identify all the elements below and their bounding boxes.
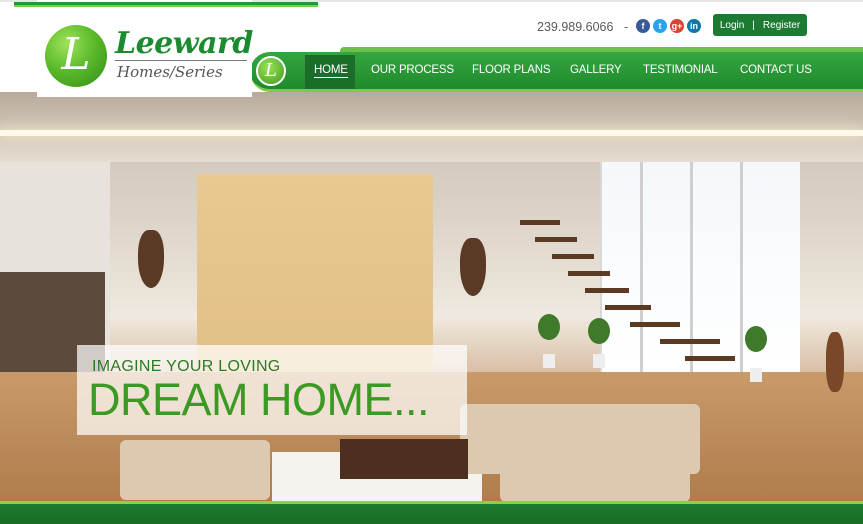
hero-window-post [740,162,743,372]
wall-mask-left [138,230,164,288]
stair-step [535,237,577,242]
potted-plant [745,326,767,352]
stair-step [568,271,610,276]
nav-item-gallery[interactable]: GALLERY [570,63,622,77]
phone-number: 239.989.6066 [537,20,614,34]
stair-step [585,288,629,293]
nav-item-our-process[interactable]: OUR PROCESS [371,63,454,77]
coffee-table [340,439,468,479]
footer-bar [0,501,863,524]
logo-subtitle: Homes/Series [117,63,223,81]
stair-step [685,356,735,361]
potted-plant [538,314,560,340]
logo-card[interactable]: L Leeward Homes/Series [37,0,253,97]
stair-step [520,220,560,225]
sofa-chaise [500,422,690,502]
facebook-icon[interactable]: f [636,19,650,33]
hero-window-post [640,162,643,372]
logo-divider [115,60,247,61]
stair-step [605,305,651,310]
nav-item-contact-us[interactable]: CONTACT US [740,63,812,77]
header-separator: - [624,20,629,34]
logo-name: Leeward [115,26,253,61]
auth-box: Login | Register [713,14,807,36]
logo-mark-icon: L [45,25,107,87]
sofa-left [120,440,270,500]
login-link[interactable]: Login [720,20,744,31]
hero-ceiling-light [0,130,863,136]
potted-plant [588,318,610,344]
logo-mark-letter: L [61,29,91,80]
nav-item-floor-plans[interactable]: FLOOR PLANS [472,63,551,77]
plant-pot [543,354,555,368]
linkedin-icon[interactable]: in [687,19,701,33]
twitter-icon[interactable]: t [653,19,667,33]
nav-logo-badge-icon[interactable]: L [256,56,286,86]
auth-separator: | [752,19,755,31]
logo-top-bar [14,2,318,7]
nav-item-testimonial[interactable]: TESTIMONIAL [643,63,718,77]
register-link[interactable]: Register [763,20,800,31]
nav-item-home[interactable]: HOME [314,63,348,78]
wall-mask-right [460,238,486,296]
hero-banner-image [0,92,863,502]
google-plus-icon[interactable]: g+ [670,19,684,33]
plant-pot [593,354,605,368]
nav-badge-letter: L [265,60,277,81]
stair-step [552,254,594,259]
plant-pot [750,368,762,382]
hero-ceiling [0,92,863,162]
stair-step [660,339,720,344]
decor-vase [826,332,844,392]
stair-step [630,322,680,327]
tagline-big: DREAM HOME... [88,374,430,425]
